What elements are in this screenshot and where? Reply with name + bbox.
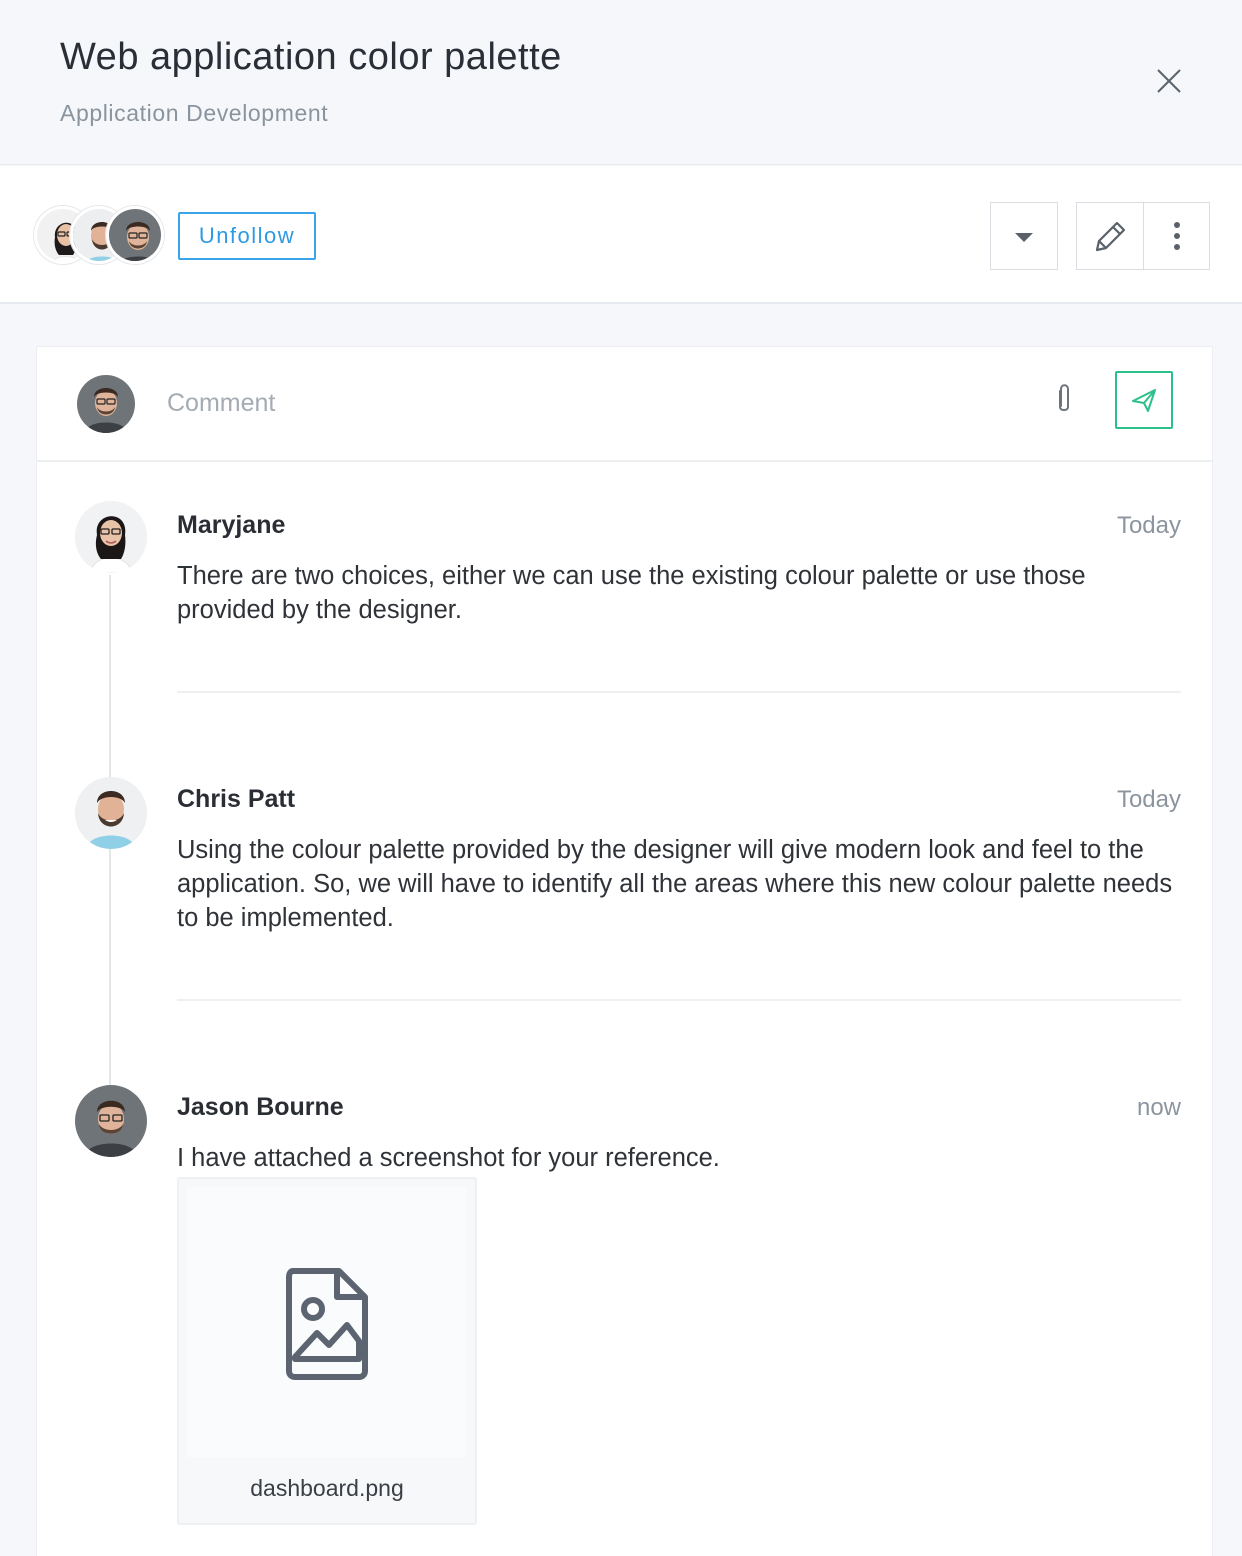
comment-composer — [37, 347, 1212, 462]
attachment-preview — [187, 1187, 467, 1457]
attach-button[interactable] — [1051, 381, 1077, 417]
comment-divider — [177, 999, 1181, 1001]
page-title: Web application color palette — [60, 36, 562, 78]
status-dropdown-button[interactable] — [990, 202, 1058, 270]
comment-timestamp: now — [1136, 1094, 1181, 1121]
edit-button[interactable] — [1077, 203, 1143, 269]
comment-author: Jason Bourne — [177, 1093, 344, 1121]
more-vertical-icon — [1174, 222, 1180, 250]
comment-author: Chris Patt — [177, 785, 296, 813]
comment-text: I have attached a screenshot for your re… — [177, 1144, 720, 1172]
panel-header: Web application color palette Applicatio… — [0, 0, 1242, 165]
send-icon — [1132, 389, 1156, 412]
attachment-filename: dashboard.png — [250, 1475, 404, 1501]
comment-timestamp: Today — [1116, 786, 1181, 813]
image-file-icon — [286, 1268, 368, 1380]
avatar — [106, 206, 164, 264]
paperclip-icon — [1059, 384, 1069, 411]
avatar — [75, 777, 147, 849]
comment-text: Using the colour palette provided by the… — [177, 836, 1173, 932]
avatar — [77, 375, 135, 433]
comment-author: Maryjane — [177, 511, 286, 539]
followers-avatars[interactable] — [34, 206, 164, 266]
more-options-button[interactable] — [1144, 203, 1210, 269]
send-button[interactable] — [1115, 371, 1173, 429]
avatar — [75, 1085, 147, 1157]
activity-card: Maryjane Today There are two choices, ei… — [36, 346, 1213, 1556]
unfollow-button[interactable]: Unfollow — [178, 212, 316, 260]
comment-timestamp: Today — [1116, 512, 1181, 539]
comment-divider — [177, 691, 1181, 693]
comment-input[interactable] — [167, 381, 1027, 425]
avatar — [75, 501, 147, 573]
project-subtitle: Application Development — [60, 100, 329, 126]
close-button[interactable] — [1150, 62, 1188, 100]
actions-button-group — [1076, 202, 1210, 270]
task-toolbar: Unfollow — [0, 166, 1242, 304]
pencil-icon — [1095, 221, 1126, 252]
caret-down-icon — [1015, 233, 1033, 242]
comment-text: There are two choices, either we can use… — [177, 562, 1086, 624]
close-icon — [1157, 69, 1181, 93]
attachment-card[interactable]: dashboard.png — [177, 1177, 477, 1525]
